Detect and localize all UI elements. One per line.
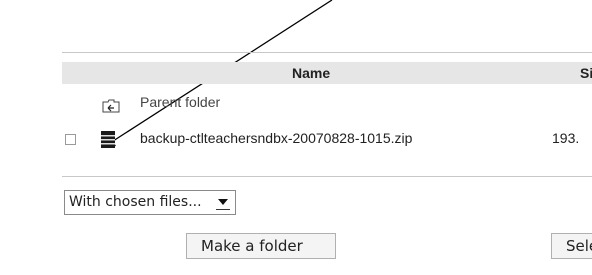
- table-row: backup-ctlteachersndbx-20070828-1015.zip…: [62, 128, 592, 152]
- chosen-files-select[interactable]: With chosen files...: [64, 190, 236, 215]
- top-divider: [62, 52, 592, 53]
- parent-folder-icon: [102, 99, 120, 113]
- zip-file-icon: [101, 131, 115, 148]
- file-name-link[interactable]: backup-ctlteachersndbx-20070828-1015.zip: [140, 130, 412, 146]
- select-button[interactable]: Sele: [551, 233, 592, 259]
- chosen-files-select-value: With chosen files...: [69, 194, 202, 210]
- parent-folder-link[interactable]: Parent folder: [140, 94, 220, 110]
- bottom-divider: [62, 176, 592, 177]
- dropdown-arrow-icon[interactable]: [216, 196, 230, 210]
- file-checkbox[interactable]: [65, 134, 76, 145]
- column-header-size[interactable]: Si:: [580, 65, 592, 81]
- file-size: 193.: [552, 130, 580, 146]
- table-header: Name Si:: [62, 62, 592, 84]
- make-folder-button[interactable]: Make a folder: [186, 233, 336, 259]
- column-header-name[interactable]: Name: [292, 65, 330, 81]
